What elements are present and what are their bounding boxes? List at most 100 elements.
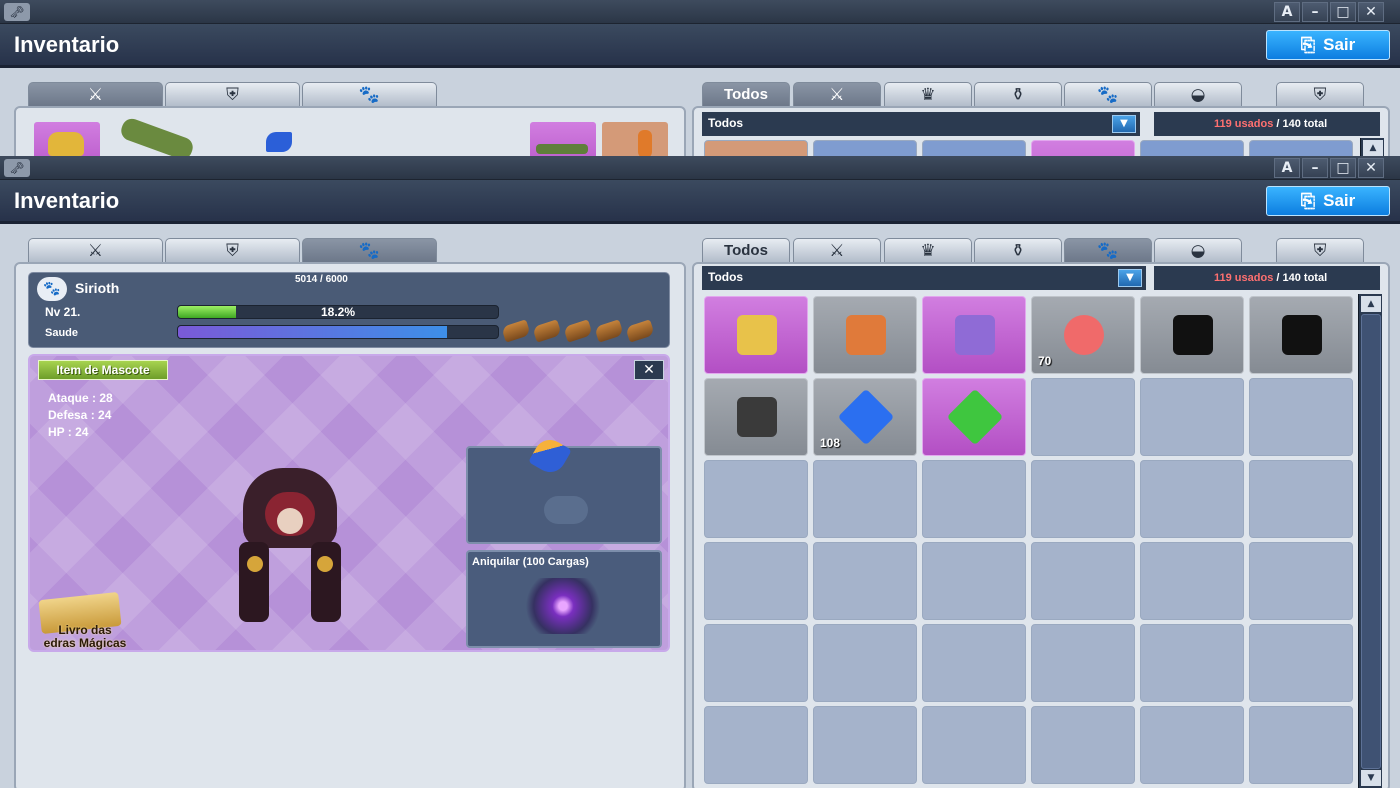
potion-icon: ⚱ bbox=[1010, 241, 1026, 261]
tab-pets[interactable]: 🐾 bbox=[1064, 238, 1152, 264]
tab-bags[interactable]: ◒ bbox=[1154, 82, 1242, 108]
inventory-slot[interactable] bbox=[1031, 460, 1135, 538]
equip-slot[interactable] bbox=[530, 122, 596, 156]
exit-button[interactable]: ⎘ Sair bbox=[1266, 30, 1390, 60]
inventory-slot[interactable] bbox=[1140, 296, 1244, 374]
tab-costumes[interactable]: ♛ bbox=[884, 238, 972, 264]
scroll-thumb[interactable] bbox=[1361, 314, 1381, 769]
close-icon[interactable]: ✕ bbox=[634, 360, 664, 380]
inventory-slot[interactable] bbox=[1249, 706, 1353, 784]
inventory-slot[interactable] bbox=[1140, 542, 1244, 620]
stat-hp: HP : 24 bbox=[48, 425, 89, 439]
inventory-slot[interactable] bbox=[1031, 140, 1135, 156]
inventory-window-back: 🗝 A – □ ✕ Inventario ⎘ Sair ⚔ ⛨ 🐾 Todos … bbox=[0, 0, 1400, 156]
minimize-button[interactable]: – bbox=[1302, 158, 1328, 178]
close-button[interactable]: ✕ bbox=[1358, 2, 1384, 22]
inventory-slot[interactable] bbox=[922, 378, 1026, 456]
magic-stone-book-label[interactable]: Livro das edras Mágicas bbox=[30, 624, 140, 650]
inventory-slot[interactable] bbox=[1140, 706, 1244, 784]
tab-all[interactable]: Todos bbox=[702, 82, 790, 108]
tab-weapons[interactable]: ⚔ bbox=[793, 82, 881, 108]
inventory-slot[interactable] bbox=[1031, 624, 1135, 702]
inventory-slot[interactable] bbox=[1031, 378, 1135, 456]
close-button[interactable]: ✕ bbox=[1358, 158, 1384, 178]
chevron-down-icon[interactable]: ▼ bbox=[1112, 115, 1136, 133]
inventory-slot[interactable] bbox=[1249, 624, 1353, 702]
helmet-icon bbox=[48, 132, 84, 156]
maximize-button[interactable]: □ bbox=[1330, 158, 1356, 178]
tab-weapons[interactable]: ⚔ bbox=[793, 238, 881, 264]
inventory-slot[interactable] bbox=[1249, 140, 1353, 156]
inventory-slot[interactable] bbox=[704, 460, 808, 538]
inventory-slot[interactable] bbox=[813, 296, 917, 374]
maximize-button[interactable]: □ bbox=[1330, 2, 1356, 22]
inventory-slot[interactable] bbox=[704, 378, 808, 456]
inventory-slot[interactable] bbox=[813, 624, 917, 702]
tab-pets[interactable]: 🐾 bbox=[302, 82, 437, 108]
pet-skill-slot[interactable]: Aniquilar (100 Cargas) bbox=[466, 550, 662, 648]
tab-bags[interactable]: ◒ bbox=[1154, 238, 1242, 264]
inventory-slot[interactable] bbox=[704, 706, 808, 784]
inventory-slot[interactable] bbox=[1140, 378, 1244, 456]
inventory-slot[interactable] bbox=[813, 542, 917, 620]
tab-weapons[interactable]: ⚔ bbox=[28, 238, 163, 264]
inventory-slot[interactable] bbox=[1249, 460, 1353, 538]
inventory-slot[interactable] bbox=[704, 624, 808, 702]
tab-armor[interactable]: ⛨ bbox=[165, 238, 300, 264]
pet-food-icon bbox=[563, 319, 593, 343]
inventory-slot[interactable] bbox=[922, 140, 1026, 156]
tab-armor[interactable]: ⛨ bbox=[1276, 238, 1364, 264]
font-button[interactable]: A bbox=[1274, 2, 1300, 22]
inventory-slot[interactable] bbox=[1249, 296, 1353, 374]
pet-mask bbox=[277, 508, 303, 534]
equip-slot[interactable] bbox=[602, 122, 668, 156]
category-dropdown[interactable]: Todos ▼ bbox=[702, 112, 1140, 136]
inventory-scrollbar[interactable]: ▲ bbox=[1360, 138, 1384, 156]
inventory-slot[interactable] bbox=[1140, 460, 1244, 538]
inventory-slot[interactable] bbox=[704, 542, 808, 620]
exit-button[interactable]: ⎘ Sair bbox=[1266, 186, 1390, 216]
pet-egg-slot[interactable] bbox=[466, 434, 662, 544]
tab-armor[interactable]: ⛨ bbox=[1276, 82, 1364, 108]
scroll-down-arrow[interactable]: ▼ bbox=[1361, 770, 1381, 786]
inventory-slot[interactable]: 108 bbox=[813, 378, 917, 456]
tab-consumables[interactable]: ⚱ bbox=[974, 238, 1062, 264]
inventory-slot[interactable] bbox=[1249, 542, 1353, 620]
minimize-button[interactable]: – bbox=[1302, 2, 1328, 22]
tab-pets[interactable]: 🐾 bbox=[1064, 82, 1152, 108]
inventory-slot[interactable] bbox=[704, 296, 808, 374]
inventory-slot[interactable] bbox=[813, 706, 917, 784]
font-button[interactable]: A bbox=[1274, 158, 1300, 178]
pet-item-button[interactable]: Item de Mascote bbox=[38, 360, 168, 380]
pet-status-header: 🐾 Sirioth 5014 / 6000 Nv 21. 18.2% Saude bbox=[28, 272, 670, 348]
inventory-slot[interactable]: 70 bbox=[1031, 296, 1135, 374]
card-icon bbox=[955, 315, 995, 355]
inventory-slot[interactable] bbox=[922, 706, 1026, 784]
inventory-scrollbar[interactable]: ▲ ▼ bbox=[1358, 294, 1382, 788]
scroll-up-arrow[interactable]: ▲ bbox=[1361, 296, 1381, 312]
tab-weapons[interactable]: ⚔ bbox=[28, 82, 163, 108]
tab-armor[interactable]: ⛨ bbox=[165, 82, 300, 108]
inventory-slot[interactable] bbox=[1031, 706, 1135, 784]
inventory-slot[interactable] bbox=[922, 542, 1026, 620]
inventory-slot[interactable] bbox=[922, 624, 1026, 702]
inventory-slot[interactable] bbox=[1140, 624, 1244, 702]
inventory-slot[interactable] bbox=[813, 460, 917, 538]
pet-ornament bbox=[317, 556, 333, 572]
tab-all[interactable]: Todos bbox=[702, 238, 790, 264]
inventory-slot[interactable] bbox=[1031, 542, 1135, 620]
inventory-slot[interactable] bbox=[704, 140, 808, 156]
pet-food-icon bbox=[532, 319, 562, 343]
tab-costumes[interactable]: ♛ bbox=[884, 82, 972, 108]
chevron-down-icon[interactable]: ▼ bbox=[1118, 269, 1142, 287]
inventory-slot[interactable] bbox=[922, 460, 1026, 538]
inventory-slot[interactable] bbox=[1249, 378, 1353, 456]
inventory-slot[interactable] bbox=[922, 296, 1026, 374]
tab-consumables[interactable]: ⚱ bbox=[974, 82, 1062, 108]
category-dropdown[interactable]: Todos ▼ bbox=[702, 266, 1146, 290]
equip-slot[interactable] bbox=[34, 122, 100, 156]
inventory-slot[interactable] bbox=[1140, 140, 1244, 156]
inventory-slot[interactable] bbox=[813, 140, 917, 156]
tab-pets[interactable]: 🐾 bbox=[302, 238, 437, 264]
scroll-up-arrow[interactable]: ▲ bbox=[1363, 140, 1383, 156]
